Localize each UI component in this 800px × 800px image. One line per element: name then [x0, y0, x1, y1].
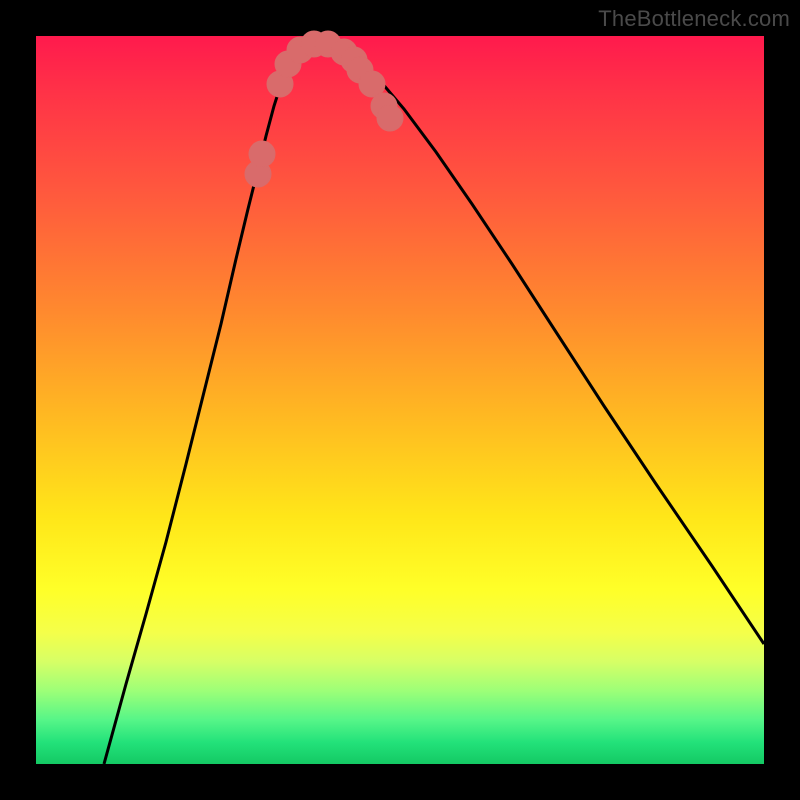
plot-area — [36, 36, 764, 764]
marker-group — [245, 31, 403, 187]
watermark-text: TheBottleneck.com — [598, 6, 790, 32]
chart-frame: TheBottleneck.com — [0, 0, 800, 800]
bottleneck-curve — [104, 43, 764, 764]
data-marker — [249, 141, 275, 167]
chart-svg — [36, 36, 764, 764]
data-marker — [377, 105, 403, 131]
